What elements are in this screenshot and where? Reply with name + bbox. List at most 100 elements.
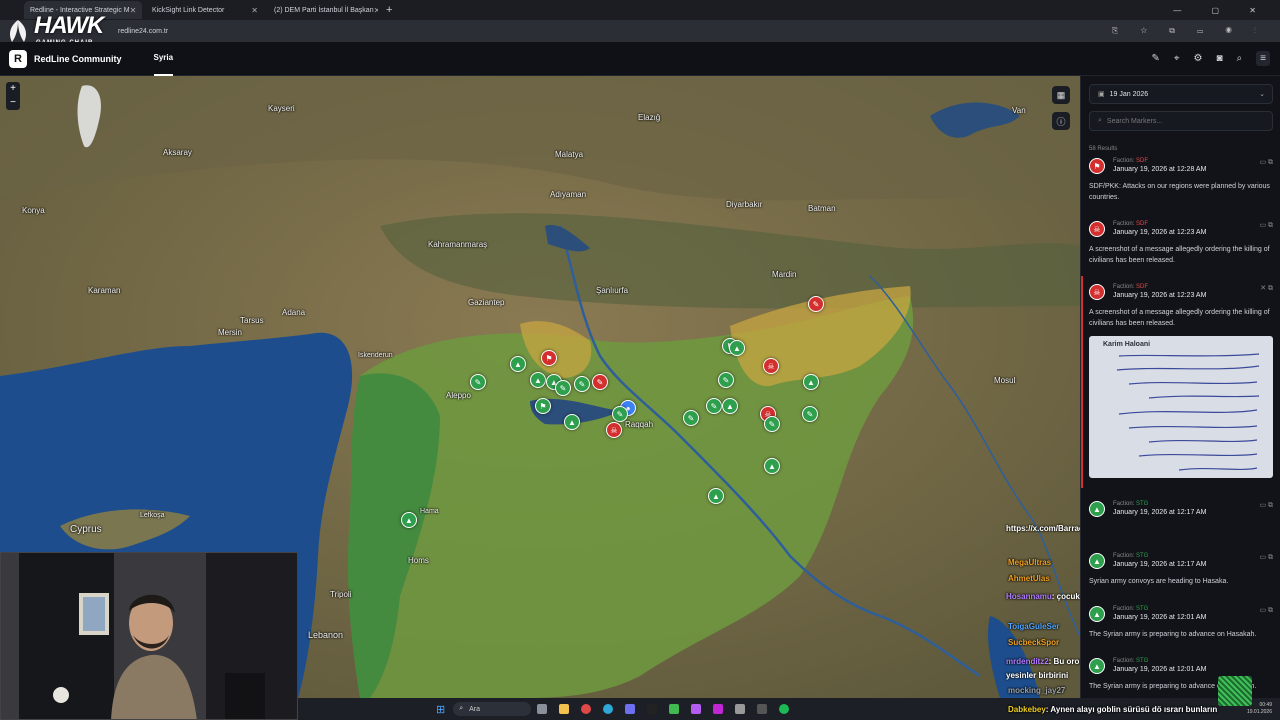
marker-entry[interactable]: ⚑ Faction: SDF January 19, 2026 at 12:28… bbox=[1089, 158, 1275, 208]
app-icon[interactable] bbox=[757, 704, 768, 714]
window-controls[interactable]: — ▢ ✕ bbox=[1173, 6, 1270, 15]
app-icon[interactable] bbox=[625, 704, 636, 714]
entry-text: A screenshot of a message allegedly orde… bbox=[1089, 246, 1270, 264]
marker-stg[interactable]: ▲ bbox=[401, 512, 417, 528]
faction-name: SDF bbox=[1136, 158, 1149, 164]
app-icon[interactable] bbox=[647, 704, 658, 714]
marker-stg[interactable]: ✎ bbox=[718, 372, 734, 388]
marker-sdf[interactable]: ☠ bbox=[606, 422, 622, 438]
marker-stg[interactable]: ✎ bbox=[612, 406, 628, 422]
marker-stg[interactable]: ▲ bbox=[708, 488, 724, 504]
location-pin-icon[interactable]: ⌖ bbox=[1174, 53, 1180, 64]
chrome-icon[interactable] bbox=[581, 704, 592, 714]
marker-entry[interactable]: ▲ Faction: STG January 19, 2026 at 12:17… bbox=[1089, 501, 1275, 541]
city-label: Kahramanmaraş bbox=[428, 240, 488, 249]
marker-stg[interactable]: ▲ bbox=[510, 356, 526, 372]
city-label: Raqqah bbox=[625, 420, 654, 429]
faction-name: SDF bbox=[1136, 221, 1149, 227]
chat-message: Dabkebey: Aynen alayı goblin sürüsü dö ı… bbox=[1008, 705, 1217, 714]
city-label: Homs bbox=[408, 556, 429, 565]
pen-icon[interactable]: ✎ bbox=[1152, 53, 1160, 64]
spotify-icon[interactable] bbox=[779, 704, 790, 714]
city-label: Konya bbox=[22, 206, 45, 215]
city-label: Karaman bbox=[88, 286, 121, 295]
marker-stg[interactable]: ✎ bbox=[470, 374, 486, 390]
entry-image[interactable]: Karim Haloani bbox=[1089, 336, 1273, 478]
city-label: İskenderun bbox=[358, 352, 393, 359]
faction-avatar: ▲ bbox=[1089, 606, 1105, 622]
chat-text: : Aynen alayı goblin sürüsü dö ısrarı bu… bbox=[1045, 705, 1218, 714]
settings-icon[interactable]: ⚙ bbox=[1194, 53, 1203, 64]
new-tab-icon[interactable]: + bbox=[386, 4, 392, 16]
marker-entry[interactable]: ☠ Faction: SDF January 19, 2026 at 12:23… bbox=[1089, 221, 1275, 271]
tab-syria[interactable]: Syria bbox=[153, 42, 174, 76]
marker-entry[interactable]: ▲ Faction: STG January 19, 2026 at 12:17… bbox=[1089, 553, 1275, 603]
entry-faction: Faction: STG bbox=[1113, 606, 1148, 612]
calendar-icon: ▣ bbox=[1098, 91, 1105, 98]
app-icon[interactable] bbox=[713, 704, 724, 714]
city-label: Cyprus bbox=[70, 524, 102, 535]
marker-stg[interactable]: ▲ bbox=[803, 374, 819, 390]
marker-stg[interactable]: ⚑ bbox=[535, 398, 551, 414]
zoom-out-button[interactable]: − bbox=[6, 96, 20, 110]
marker-stg[interactable]: ▲ bbox=[530, 372, 546, 388]
marker-sdf[interactable]: ⚑ bbox=[541, 350, 557, 366]
browser-tab-kicksight[interactable]: KickSight Link Detector ✕ bbox=[146, 1, 264, 19]
marker-stg[interactable]: ✎ bbox=[555, 380, 571, 396]
marker-entry-selected[interactable]: ☠ Faction: SDF January 19, 2026 at 12:23… bbox=[1089, 284, 1275, 484]
close-tab-icon[interactable]: ✕ bbox=[130, 6, 137, 15]
marker-sdf[interactable]: ✎ bbox=[808, 296, 824, 312]
entry-actions[interactable]: ▭ ⧉ bbox=[1259, 221, 1273, 230]
url-field[interactable]: redline24.com.tr bbox=[118, 28, 168, 35]
menu-icon[interactable]: ≡ bbox=[1256, 51, 1270, 66]
entry-actions[interactable]: ▭ ⧉ bbox=[1259, 501, 1273, 510]
explorer-icon[interactable] bbox=[559, 704, 570, 714]
entry-date: January 19, 2026 at 12:17 AM bbox=[1113, 561, 1207, 568]
search-icon[interactable]: ⌕ bbox=[1237, 53, 1243, 64]
map-layers-button[interactable]: ▦ bbox=[1052, 86, 1070, 104]
browser-tab-dem[interactable]: (2) DEM Parti İstanbul İl Başkan ✕ bbox=[268, 1, 378, 19]
close-tab-icon[interactable]: ✕ bbox=[251, 6, 258, 15]
app-icon[interactable] bbox=[691, 704, 702, 714]
zoom-in-button[interactable]: + bbox=[6, 82, 20, 96]
marker-stg[interactable]: ▲ bbox=[722, 398, 738, 414]
marker-sdf[interactable]: ☠ bbox=[763, 358, 779, 374]
city-label: Batman bbox=[808, 204, 836, 213]
marker-stg[interactable]: ✎ bbox=[802, 406, 818, 422]
marker-stg[interactable]: ▲ bbox=[764, 458, 780, 474]
marker-stg[interactable]: ✎ bbox=[574, 376, 590, 392]
camera-icon[interactable]: ◙ bbox=[1217, 53, 1223, 64]
taskbar-search[interactable]: ⌕ Ara bbox=[453, 702, 532, 716]
map-info-button[interactable]: ⓘ bbox=[1052, 112, 1070, 130]
marker-stg[interactable]: ✎ bbox=[706, 398, 722, 414]
entry-actions[interactable]: ▭ ⧉ bbox=[1259, 606, 1273, 615]
marker-sidebar: ▣ 19 Jan 2026 ⌄ ⌕ Search Markers... 58 R… bbox=[1080, 76, 1280, 698]
entry-actions[interactable]: ✕ ⧉ bbox=[1260, 284, 1273, 293]
chat-username: Dabkebey bbox=[1008, 705, 1046, 714]
edge-icon[interactable] bbox=[603, 704, 614, 714]
city-label: Aksaray bbox=[163, 148, 192, 157]
close-tab-icon[interactable]: ✕ bbox=[374, 6, 378, 15]
city-label: Aleppo bbox=[446, 391, 471, 400]
task-view-icon[interactable] bbox=[537, 704, 548, 714]
faction-label: Faction: bbox=[1113, 221, 1135, 227]
entry-actions[interactable]: ▭ ⧉ bbox=[1259, 158, 1273, 167]
app-logo[interactable]: R bbox=[9, 49, 27, 68]
chat-username: SucbeckSpor bbox=[1008, 638, 1060, 647]
app-icon[interactable] bbox=[735, 704, 746, 714]
marker-stg[interactable]: ▲ bbox=[729, 340, 745, 356]
marker-stg[interactable]: ▲ bbox=[564, 414, 580, 430]
entry-actions[interactable]: ▭ ⧉ bbox=[1259, 553, 1273, 562]
search-markers-field[interactable]: ⌕ Search Markers... bbox=[1089, 111, 1273, 131]
marker-stg[interactable]: ✎ bbox=[764, 416, 780, 432]
handwritten-note-image bbox=[1116, 353, 1260, 471]
browser-toolbar-icons[interactable]: ⎘ ☆ ⧉ ▭ ◉ ⋮ bbox=[1112, 26, 1266, 36]
marker-entry[interactable]: ▲ Faction: STG January 19, 2026 at 12:01… bbox=[1089, 606, 1275, 656]
app-icon[interactable] bbox=[669, 704, 680, 714]
marker-stg[interactable]: ✎ bbox=[683, 410, 699, 426]
marker-sdf[interactable]: ✎ bbox=[592, 374, 608, 390]
date-selector[interactable]: ▣ 19 Jan 2026 ⌄ bbox=[1089, 84, 1273, 104]
windows-start-icon[interactable]: ⊞ bbox=[436, 703, 445, 716]
city-label: Mersin bbox=[218, 328, 243, 337]
entry-date: January 19, 2026 at 12:01 AM bbox=[1113, 614, 1207, 621]
